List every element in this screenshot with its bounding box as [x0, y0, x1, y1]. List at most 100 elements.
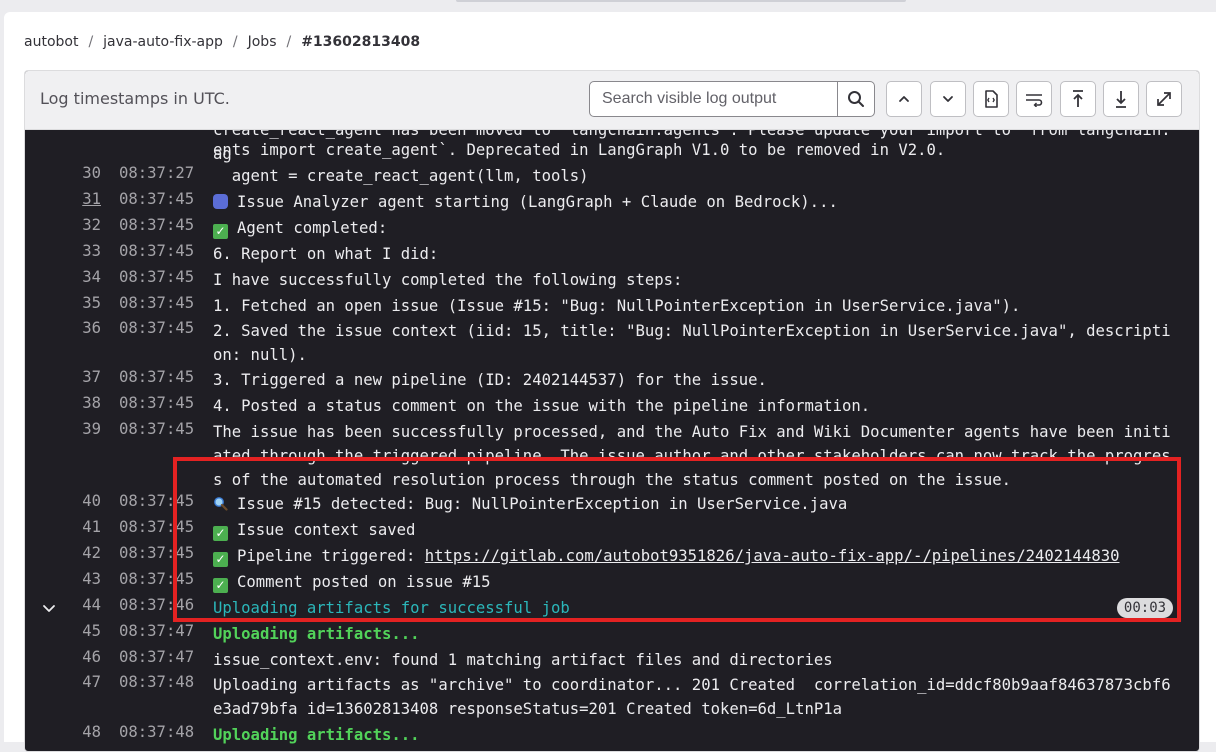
- log-timestamp: 08:37:45: [119, 268, 195, 286]
- check-mark-icon: ✓: [213, 552, 228, 567]
- log-timestamp: 08:37:45: [119, 319, 195, 337]
- check-mark-icon: ✓: [213, 526, 228, 541]
- breadcrumb-separator: /: [232, 34, 238, 50]
- raw-log-button[interactable]: [973, 81, 1009, 117]
- log-line-text: 4. Posted a status comment on the issue …: [213, 397, 871, 415]
- scroll-to-top-button[interactable]: [1060, 81, 1096, 117]
- log-line-text: 2. Saved the issue context (iid: 15, tit…: [213, 322, 1171, 364]
- line-number[interactable]: 34: [25, 268, 101, 286]
- log-timestamp: 08:37:45: [119, 294, 195, 312]
- robot-icon: [213, 194, 228, 209]
- log-timestamp: 08:37:45: [119, 492, 195, 510]
- log-line-content: ✓ Comment posted on issue #15: [213, 570, 1173, 594]
- fullscreen-button[interactable]: [1146, 81, 1182, 117]
- log-line-content: Issue #15 detected: Bug: NullPointerExce…: [213, 492, 1173, 516]
- search-input[interactable]: [590, 82, 838, 116]
- log-line-text: issue_context.env: found 1 matching arti…: [213, 651, 833, 669]
- line-number[interactable]: 36: [25, 319, 101, 337]
- log-line-text: Agent completed:: [237, 219, 388, 237]
- log-timestamp: 08:37:45: [119, 394, 195, 412]
- scroll-to-top-icon: [1073, 90, 1083, 107]
- line-number[interactable]: 33: [25, 242, 101, 260]
- line-number[interactable]: 48: [25, 723, 101, 741]
- scroll-to-next-icon: [943, 96, 953, 102]
- scroll-to-next-button[interactable]: [930, 81, 966, 117]
- search-icon: [848, 91, 864, 107]
- line-number[interactable]: 30: [25, 164, 101, 182]
- log-line-content: ✓ Issue context saved: [213, 518, 1173, 542]
- breadcrumb-separator: /: [88, 34, 94, 50]
- line-number[interactable]: 45: [25, 622, 101, 640]
- search-button[interactable]: [837, 82, 874, 116]
- top-strip: [456, 0, 906, 2]
- line-number[interactable]: 43: [25, 570, 101, 588]
- scroll-to-bottom-icon: [1116, 91, 1126, 108]
- log-line-text: Pipeline triggered:: [237, 547, 425, 565]
- line-wrap-icon: [1026, 94, 1043, 107]
- log-line-text: The issue has been successfully processe…: [213, 423, 1171, 489]
- job-log-panel: Log timestamps in UTC. Search visible lo…: [24, 70, 1200, 752]
- log-timestamp: 08:37:27: [119, 164, 195, 182]
- log-search: [589, 81, 875, 117]
- log-timestamp: 08:37:48: [119, 723, 195, 741]
- log-line-text: Uploading artifacts...: [213, 625, 420, 643]
- check-mark-icon: ✓: [213, 224, 228, 239]
- log-line-text: I have successfully completed the follow…: [213, 271, 683, 289]
- scroll-to-previous-icon: [899, 96, 909, 102]
- breadcrumb-project[interactable]: java-auto-fix-app: [103, 34, 223, 50]
- line-number[interactable]: 40: [25, 492, 101, 510]
- magnifying-glass-icon: [213, 496, 228, 511]
- log-timestamp: 08:37:45: [119, 518, 195, 536]
- log-line-text: agent = create_react_agent(llm, tools): [213, 167, 589, 185]
- log-line-text: 1. Fetched an open issue (Issue #15: "Bu…: [213, 297, 1021, 315]
- log-line-text: ents import create_agent`. Deprecated in…: [213, 141, 946, 159]
- log-timestamp: 08:37:45: [119, 544, 195, 562]
- log-line-content: ✓ Agent completed:: [213, 216, 1173, 240]
- log-timestamp: 08:37:47: [119, 648, 195, 666]
- line-number[interactable]: 41: [25, 518, 101, 536]
- breadcrumb: autobot / java-auto-fix-app / Jobs / #13…: [24, 32, 420, 52]
- log-line-content: ✓ Pipeline triggered: https://gitlab.com/…: [213, 544, 1173, 568]
- log-line-text: Issue Analyzer agent starting (LangGraph…: [237, 193, 838, 211]
- log-output: create_react_agent has been moved to `la…: [25, 130, 1199, 751]
- log-header: Log timestamps in UTC.: [25, 71, 1199, 130]
- line-number[interactable]: 42: [25, 544, 101, 562]
- line-number[interactable]: 38: [25, 394, 101, 412]
- breadcrumb-separator: /: [286, 34, 292, 50]
- line-number[interactable]: 35: [25, 294, 101, 312]
- log-line-text: 6. Report on what I did:: [213, 245, 439, 263]
- log-line-text: Uploading artifacts for successful job: [213, 599, 570, 617]
- log-timestamp: 08:37:45: [119, 420, 195, 438]
- log-timestamp: 08:37:45: [119, 216, 195, 234]
- breadcrumb-current-job: #13602813408: [301, 34, 421, 50]
- line-number[interactable]: 32: [25, 216, 101, 234]
- log-timestamp: 08:37:46: [119, 596, 195, 614]
- log-line-text: Comment posted on issue #15: [237, 573, 491, 591]
- scroll-to-previous-button[interactable]: [886, 81, 922, 117]
- check-mark-icon: ✓: [213, 578, 228, 593]
- timestamp-note: Log timestamps in UTC.: [40, 89, 230, 108]
- log-line-text: Issue #15 detected: Bug: NullPointerExce…: [237, 495, 848, 513]
- log-line-text: 3. Triggered a new pipeline (ID: 2402144…: [213, 371, 767, 389]
- pipeline-link[interactable]: https://gitlab.com/autobot9351826/java-a…: [425, 547, 1120, 565]
- line-number[interactable]: 39: [25, 420, 101, 438]
- log-line-text: Uploading artifacts as "archive" to coor…: [213, 676, 1171, 718]
- scroll-to-bottom-button[interactable]: [1103, 81, 1139, 117]
- line-number[interactable]: 31: [25, 190, 101, 208]
- line-number[interactable]: 47: [25, 673, 101, 691]
- breadcrumb-jobs[interactable]: Jobs: [248, 34, 277, 50]
- raw-log-icon: [985, 90, 998, 108]
- log-line-text: Issue context saved: [237, 521, 416, 539]
- line-number[interactable]: 44: [25, 596, 101, 614]
- log-timestamp: 08:37:47: [119, 622, 195, 640]
- log-line-text: Uploading artifacts...: [213, 726, 420, 744]
- breadcrumb-autobot[interactable]: autobot: [24, 34, 78, 50]
- line-wrap-button[interactable]: [1016, 81, 1052, 117]
- line-number[interactable]: 46: [25, 648, 101, 666]
- log-line-content: Issue Analyzer agent starting (LangGraph…: [213, 190, 1173, 214]
- log-section-header[interactable]: 44 08:37:46 Uploading artifacts for succ…: [25, 596, 1199, 620]
- log-timestamp: 08:37:45: [119, 242, 195, 260]
- log-timestamp: 08:37:45: [119, 570, 195, 588]
- log-timestamp: 08:37:45: [119, 190, 195, 208]
- line-number[interactable]: 37: [25, 368, 101, 386]
